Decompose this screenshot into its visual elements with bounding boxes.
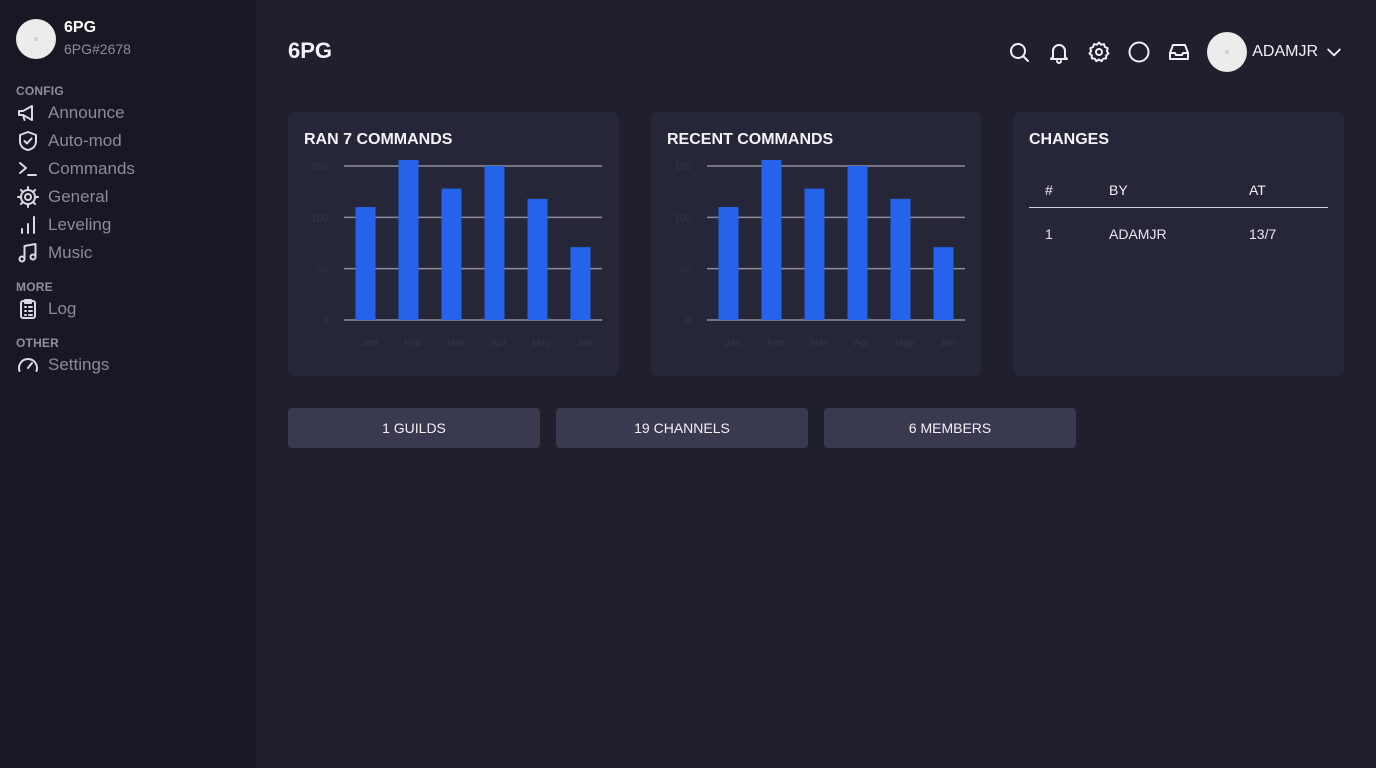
sidebar-item-music[interactable]: Music (16, 239, 246, 267)
bar (761, 160, 782, 320)
y-tick-label: 100 (311, 213, 328, 224)
x-tick-label: Mar (810, 338, 828, 349)
y-tick-label: 150 (311, 162, 328, 173)
bot-tag: 6PG#2678 (64, 41, 131, 57)
members-stat-button[interactable]: 6 MEMBERS (824, 408, 1076, 448)
sidebar-item-commands[interactable]: Commands (16, 155, 246, 183)
bar (933, 247, 954, 320)
column-header-at: AT (1249, 181, 1266, 198)
x-tick-label: Apr (491, 338, 507, 349)
sidebar: 6PG 6PG#2678 CONFIG Announce Auto-mod Co… (0, 0, 256, 768)
changes-table: # BY AT 1 ADAMJR 13/7 (1029, 172, 1328, 260)
sidebar-item-label: Log (48, 299, 77, 318)
sidebar-item-label: Music (48, 243, 93, 262)
ran-commands-card: RAN 7 COMMANDS 0 50 100 150 Jan Feb Mar Apr May J… (288, 112, 619, 376)
cog-icon (17, 186, 39, 208)
x-tick-label: Feb (767, 338, 785, 349)
x-tick-label: Jun (939, 338, 955, 349)
x-tick-label: Apr (854, 338, 870, 349)
user-menu[interactable]: ADAMJR (1207, 32, 1344, 72)
section-title-more: MORE (16, 280, 53, 294)
bar (570, 247, 591, 320)
y-tick-label: 100 (674, 213, 691, 224)
topbar: ADAMJR (999, 32, 1344, 72)
bar (804, 188, 825, 320)
settings-button[interactable] (1079, 32, 1119, 72)
chevron-down-icon (1327, 48, 1341, 57)
x-tick-label: Jan (724, 338, 740, 349)
y-tick-label: 50 (317, 265, 329, 276)
x-tick-label: May (895, 338, 914, 349)
clipboard-list-icon (20, 299, 36, 319)
bot-profile[interactable]: 6PG 6PG#2678 (16, 18, 131, 59)
cell-number: 1 (1045, 226, 1053, 242)
sidebar-item-auto-mod[interactable]: Auto-mod (16, 127, 246, 155)
search-icon (1010, 43, 1030, 62)
user-name: ADAMJR (1252, 43, 1318, 60)
bar (484, 166, 505, 320)
inbox-button[interactable] (1159, 32, 1199, 72)
guilds-stat-button[interactable]: 1 GUILDS (288, 408, 540, 448)
bar-chart-icon (21, 216, 35, 234)
bar (718, 207, 739, 320)
sidebar-item-leveling[interactable]: Leveling (16, 211, 246, 239)
sidebar-item-label: Auto-mod (48, 131, 122, 150)
channels-stat-button[interactable]: 19 CHANNELS (556, 408, 808, 448)
bar (441, 188, 462, 320)
changes-card: CHANGES # BY AT 1 ADAMJR 13/7 (1013, 112, 1344, 376)
bar (355, 207, 376, 320)
bot-avatar (16, 18, 56, 59)
sidebar-item-label: General (48, 187, 109, 206)
page-title: 6PG (288, 38, 333, 63)
terminal-icon (19, 162, 37, 176)
sidebar-nav: CONFIG Announce Auto-mod Commands Genera… (16, 83, 246, 379)
recent-commands-chart: 0 50 100 150 Jan Feb Mar Apr May Jun (674, 160, 965, 349)
column-header-by: BY (1109, 181, 1128, 198)
bar (398, 160, 419, 320)
y-tick-label: 0 (685, 316, 691, 327)
cell-at: 13/7 (1249, 226, 1277, 242)
table-header: # BY AT (1029, 172, 1328, 208)
ran-commands-chart: 0 50 100 150 Jan Feb Mar Apr May Jun (311, 160, 602, 349)
table-row: 1 ADAMJR 13/7 (1029, 208, 1328, 260)
sidebar-item-label: Settings (48, 355, 110, 374)
bar (527, 198, 548, 320)
column-header-number: # (1045, 181, 1053, 198)
gear-icon (1088, 41, 1110, 63)
x-tick-label: Jan (361, 338, 377, 349)
bot-name: 6PG (64, 19, 97, 36)
bar (847, 166, 868, 320)
section-title-other: OTHER (16, 336, 59, 350)
y-tick-label: 150 (674, 162, 691, 173)
section-title-config: CONFIG (16, 84, 64, 98)
sidebar-item-label: Commands (48, 159, 135, 178)
sidebar-item-general[interactable]: General (16, 183, 246, 211)
gauge-icon (18, 358, 38, 372)
card-title: CHANGES (1029, 131, 1110, 148)
x-tick-label: Mar (447, 338, 465, 349)
notifications-button[interactable] (1039, 32, 1079, 72)
inbox-icon (1169, 44, 1190, 60)
music-note-icon (18, 243, 37, 263)
bell-icon (1050, 44, 1069, 64)
sidebar-item-log[interactable]: Log (16, 295, 246, 323)
status-button[interactable] (1119, 32, 1159, 72)
sidebar-item-label: Leveling (48, 215, 112, 234)
cell-by: ADAMJR (1109, 226, 1167, 242)
avatar (1207, 32, 1248, 72)
recent-commands-card: RECENT COMMANDS 0 50 100 150 Jan Feb Mar Apr May… (651, 112, 981, 376)
sidebar-item-announce[interactable]: Announce (16, 99, 246, 127)
megaphone-icon (18, 105, 33, 121)
search-button[interactable] (999, 32, 1039, 72)
x-tick-label: Jun (576, 338, 592, 349)
x-tick-label: May (532, 338, 551, 349)
sidebar-item-settings[interactable]: Settings (16, 351, 246, 379)
x-tick-label: Feb (404, 338, 422, 349)
circle-icon (1128, 41, 1150, 63)
y-tick-label: 0 (322, 316, 328, 327)
sidebar-item-label: Announce (48, 103, 125, 122)
y-tick-label: 50 (680, 265, 692, 276)
shield-check-icon (19, 131, 37, 151)
bar (890, 198, 911, 320)
